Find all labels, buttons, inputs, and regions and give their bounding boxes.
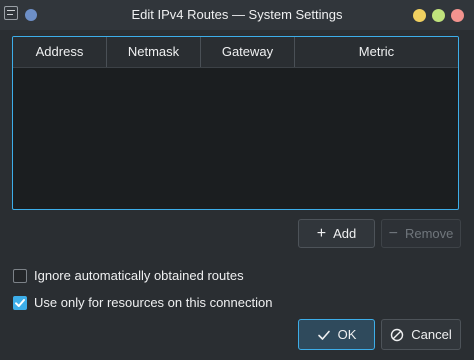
column-header-metric[interactable]: Metric	[295, 37, 458, 67]
column-header-address[interactable]: Address	[13, 37, 107, 67]
routes-table[interactable]: Address Netmask Gateway Metric	[12, 36, 459, 210]
title-bar: Edit IPv4 Routes — System Settings	[0, 0, 474, 30]
ignore-routes-label: Ignore automatically obtained routes	[34, 268, 244, 283]
close-button[interactable]	[451, 9, 464, 22]
use-only-resources-checkbox[interactable]	[13, 295, 27, 310]
checkmark-icon	[15, 298, 25, 307]
use-only-resources-label: Use only for resources on this connectio…	[34, 295, 273, 310]
dialog-window: Edit IPv4 Routes — System Settings Addre…	[0, 0, 474, 360]
checkmark-icon	[317, 330, 330, 340]
use-only-resources-option[interactable]: Use only for resources on this connectio…	[13, 295, 272, 310]
minimize-button[interactable]	[413, 9, 426, 22]
plus-icon: +	[316, 224, 327, 242]
column-header-netmask[interactable]: Netmask	[107, 37, 201, 67]
ignore-routes-option[interactable]: Ignore automatically obtained routes	[13, 268, 244, 283]
cancel-button-label: Cancel	[411, 327, 452, 342]
table-header: Address Netmask Gateway Metric	[13, 37, 458, 68]
column-header-gateway[interactable]: Gateway	[201, 37, 295, 67]
ok-button-label: OK	[337, 327, 357, 342]
remove-button-label: Remove	[404, 226, 454, 241]
cancel-button[interactable]: Cancel	[381, 319, 461, 350]
minus-icon: −	[388, 224, 398, 242]
cancel-icon	[391, 328, 404, 341]
window-title: Edit IPv4 Routes — System Settings	[131, 7, 343, 22]
remove-route-button[interactable]: − Remove	[381, 219, 461, 248]
add-button-label: Add	[333, 226, 357, 241]
ignore-routes-checkbox[interactable]	[13, 268, 27, 283]
ok-button[interactable]: OK	[298, 319, 375, 350]
add-route-button[interactable]: + Add	[298, 219, 375, 248]
maximize-button[interactable]	[432, 9, 445, 22]
